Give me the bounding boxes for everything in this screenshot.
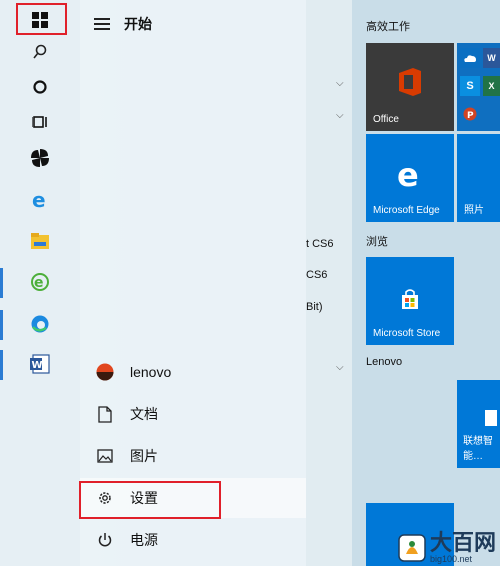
taskbar: e e W xyxy=(0,0,80,566)
user-avatar-icon xyxy=(96,363,114,381)
menu-item-documents[interactable]: 文档 xyxy=(80,394,306,434)
task-view-icon xyxy=(32,116,47,128)
tile-microsoft-edge[interactable]: e Microsoft Edge xyxy=(366,134,454,222)
search-button[interactable] xyxy=(0,32,80,72)
lenovo-app-icon xyxy=(485,410,497,426)
app-list-fragment: ⌵ ⌵ t CS6 CS6 Bit) ⌵ xyxy=(306,0,352,566)
svg-text:e: e xyxy=(397,160,419,190)
menu-item-label: lenovo xyxy=(130,364,172,380)
green-e-browser-icon: e xyxy=(31,273,49,291)
tile-label: 照片 xyxy=(464,205,484,216)
start-menu-title: 开始 xyxy=(124,16,152,32)
settings-highlight xyxy=(79,481,221,519)
tile-group-title: 高效工作 xyxy=(366,21,410,33)
edge-icon xyxy=(31,315,49,333)
picture-icon xyxy=(97,449,113,463)
taskbar-app-file-explorer[interactable] xyxy=(0,221,80,261)
pinwheel-app-icon xyxy=(31,149,49,167)
chevron-down-icon[interactable]: ⌵ xyxy=(336,110,344,121)
watermark: 大百网 big100.net xyxy=(398,532,496,564)
start-menu-header[interactable]: 开始 xyxy=(94,12,152,36)
word-icon: W xyxy=(30,354,50,374)
power-icon xyxy=(98,533,112,547)
pinned-indicator xyxy=(0,310,3,340)
app-list-item[interactable]: CS6 xyxy=(306,269,327,281)
search-icon xyxy=(33,44,47,59)
svg-text:W: W xyxy=(32,360,43,371)
word-mini-icon: W xyxy=(483,48,500,68)
tile-group-title: 浏览 xyxy=(366,236,388,248)
taskbar-app-edge[interactable] xyxy=(0,304,80,344)
task-view-button[interactable] xyxy=(0,102,80,142)
start-button-highlight xyxy=(16,3,67,35)
onedrive-icon xyxy=(460,48,480,68)
tile-microsoft-store[interactable]: Microsoft Store xyxy=(366,257,454,345)
pinned-indicator xyxy=(0,350,3,380)
powerpoint-icon: P xyxy=(460,104,480,124)
tile-lenovo-app[interactable]: 联想智能… xyxy=(457,380,500,468)
excel-icon: X xyxy=(483,76,500,96)
taskbar-app-pinwheel[interactable] xyxy=(0,138,80,178)
app-list-item[interactable]: Bit) xyxy=(306,301,323,313)
taskbar-app-word[interactable]: W xyxy=(0,344,80,384)
menu-item-pictures[interactable]: 图片 xyxy=(80,436,306,476)
store-icon xyxy=(402,289,418,309)
taskbar-app-ie[interactable]: e xyxy=(0,180,80,220)
menu-item-label: 图片 xyxy=(130,448,158,464)
tile-label: Microsoft Edge xyxy=(373,205,440,216)
tile-office[interactable]: Office xyxy=(366,43,454,131)
tile-label: 联想智能… xyxy=(463,436,493,462)
menu-item-label: 文档 xyxy=(130,406,158,422)
document-icon xyxy=(98,405,112,423)
pinned-indicator xyxy=(0,268,3,298)
chevron-down-icon[interactable]: ⌵ xyxy=(336,362,344,373)
menu-item-user[interactable]: lenovo xyxy=(80,352,306,392)
edge-legacy-icon: e xyxy=(397,160,419,190)
tile-photos[interactable]: 照片 xyxy=(457,134,500,222)
svg-text:e: e xyxy=(32,190,46,210)
watermark-logo-icon xyxy=(398,534,426,562)
tile-group-title: Lenovo xyxy=(366,356,403,368)
app-list-item[interactable]: t CS6 xyxy=(306,238,334,250)
menu-item-power[interactable]: 电源 xyxy=(80,520,306,560)
tile-label: Office xyxy=(373,114,399,125)
tile-office-apps-group[interactable]: W S X P xyxy=(457,43,500,131)
menu-item-label: 电源 xyxy=(130,532,158,548)
tiles-area: 高效工作 Office W S X P e Microsoft Edge 照片 xyxy=(352,0,500,566)
watermark-name: 大百网 xyxy=(429,530,496,555)
folder-icon xyxy=(31,233,49,249)
chevron-down-icon[interactable]: ⌵ xyxy=(336,78,344,89)
cortana-button[interactable] xyxy=(0,67,80,107)
svg-text:P: P xyxy=(467,111,474,121)
office-icon xyxy=(399,68,421,96)
tile-label: Microsoft Store xyxy=(373,328,441,339)
ie-icon: e xyxy=(32,190,46,210)
taskbar-app-browser-green[interactable]: e xyxy=(0,262,80,302)
hamburger-icon xyxy=(94,18,110,30)
watermark-url: big100.net xyxy=(429,554,473,564)
svg-text:e: e xyxy=(34,275,44,291)
cortana-icon xyxy=(33,80,47,94)
skype-icon: S xyxy=(460,76,480,96)
